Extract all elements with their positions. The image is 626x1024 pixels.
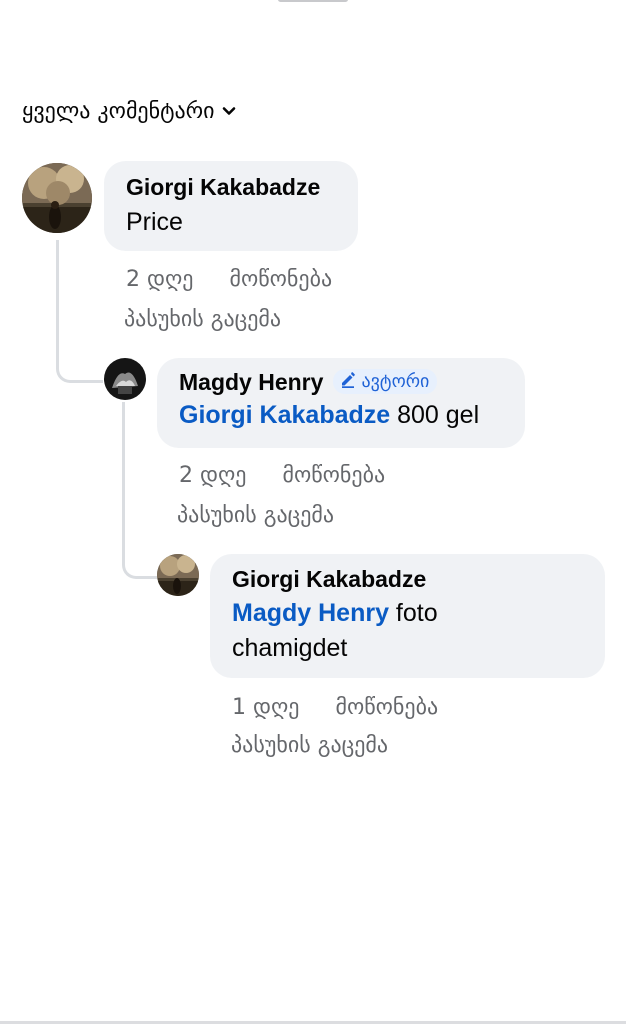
thread-connector xyxy=(56,240,103,383)
reply-button[interactable]: პასუხის გაცემა xyxy=(231,733,388,758)
drag-handle[interactable] xyxy=(278,0,348,2)
comment-text: foto xyxy=(388,599,438,627)
comment-time: 2 დღე xyxy=(179,463,247,488)
like-button[interactable]: მოწონება xyxy=(282,463,385,488)
comment-author[interactable]: Giorgi Kakabadze xyxy=(232,566,605,593)
avatar[interactable] xyxy=(104,358,146,400)
comment-author[interactable]: Magdy Henry xyxy=(179,369,323,395)
author-badge-label: ავტორი xyxy=(361,371,430,391)
comment-sort-selector[interactable]: ყველა კომენტარი xyxy=(22,94,237,128)
comment-bubble[interactable]: Magdy Henry ავტორი Giorgi Kakabadze 800 g… xyxy=(157,358,525,448)
pencil-icon xyxy=(339,370,357,393)
comment-time: 2 დღე xyxy=(126,267,194,292)
comment-meta: 2 დღე მოწონება xyxy=(126,267,332,292)
thread-connector xyxy=(122,402,157,579)
comments-screen: ყველა კომენტარი Giorgi Kakabadze Price 2… xyxy=(0,0,626,1024)
comment-text: chamigdet xyxy=(232,634,348,662)
like-button[interactable]: მოწონება xyxy=(335,695,438,720)
sort-label: ყველა კომენტარი xyxy=(22,98,215,124)
comment-bubble[interactable]: Giorgi Kakabadze Price xyxy=(104,161,358,251)
mention-link[interactable]: Giorgi Kakabadze xyxy=(179,401,390,429)
comment-text: Price xyxy=(126,208,183,236)
reply-button[interactable]: პასუხის გაცემა xyxy=(177,503,334,528)
like-button[interactable]: მოწონება xyxy=(229,267,332,292)
comment-bubble[interactable]: Giorgi Kakabadze Magdy Henry foto chamig… xyxy=(210,554,605,678)
reply-button[interactable]: პასუხის გაცემა xyxy=(124,307,281,332)
avatar[interactable] xyxy=(157,554,199,596)
chevron-down-icon xyxy=(221,103,237,119)
comment-time: 1 დღე xyxy=(232,695,300,720)
comment-text: 800 gel xyxy=(390,401,480,429)
comment-meta: 1 დღე მოწონება xyxy=(232,695,438,720)
comment-author[interactable]: Giorgi Kakabadze xyxy=(126,174,358,201)
author-badge: ავტორი xyxy=(333,369,438,394)
comment-meta: 2 დღე მოწონება xyxy=(179,463,385,488)
avatar[interactable] xyxy=(22,163,92,233)
mention-link[interactable]: Magdy Henry xyxy=(232,599,389,627)
